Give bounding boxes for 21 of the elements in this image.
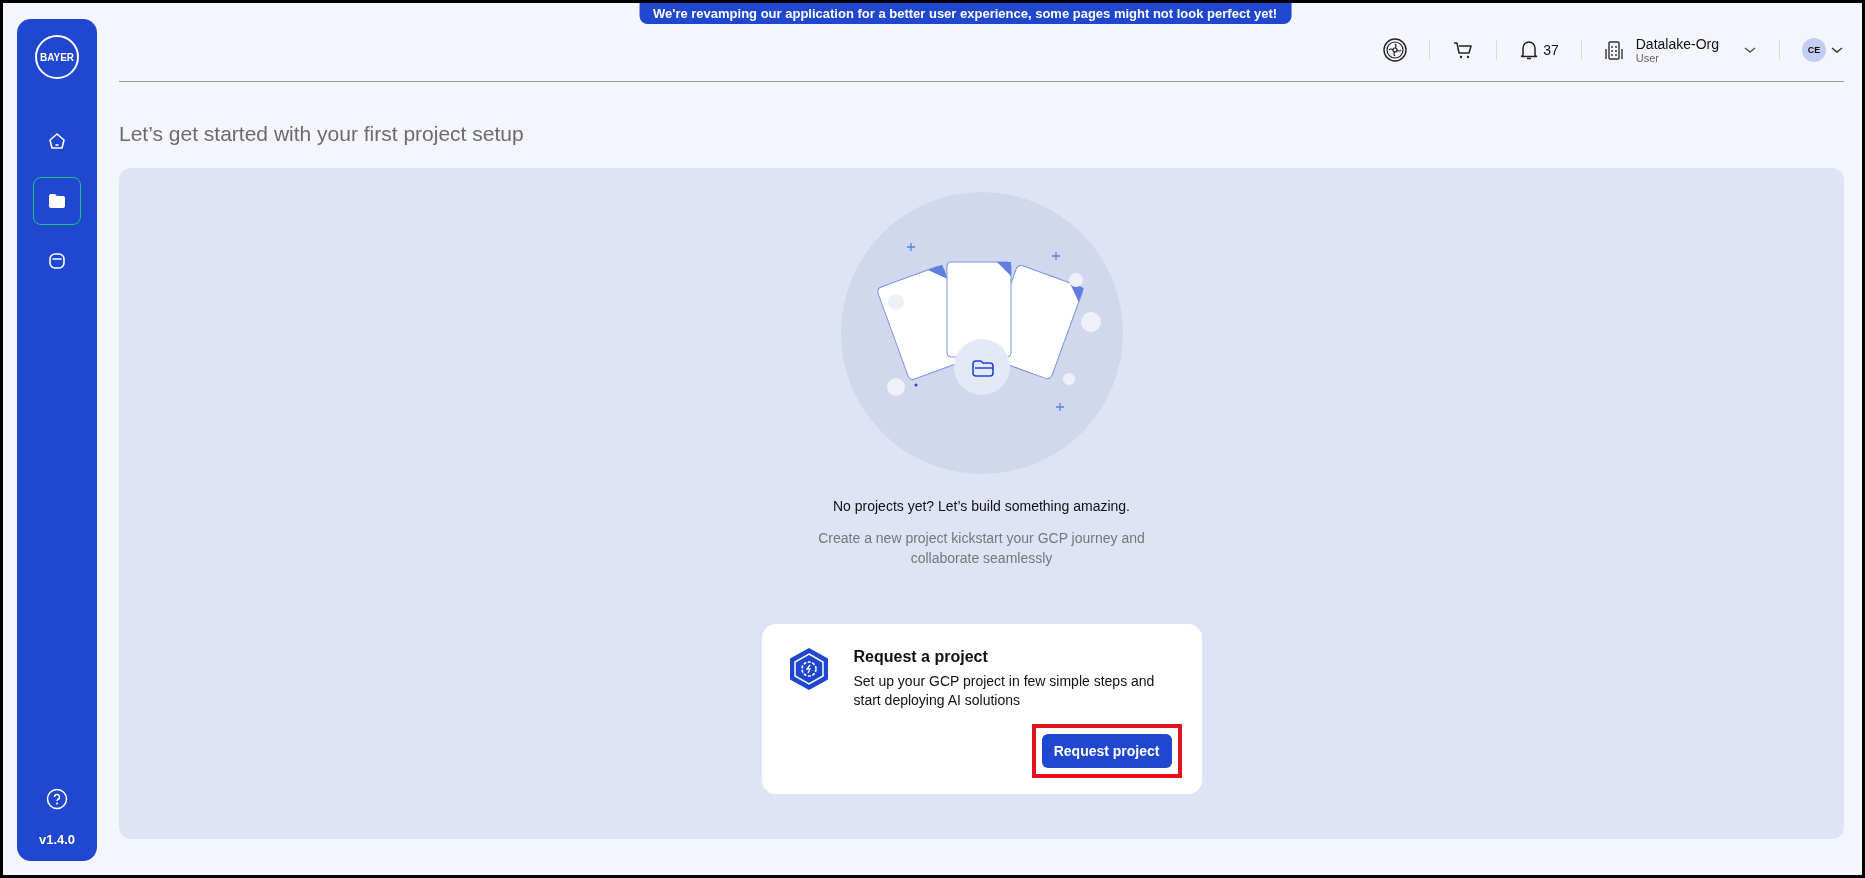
card-title: Request a project <box>853 648 989 667</box>
building-icon <box>1603 39 1626 61</box>
logo: BAYER <box>35 35 79 79</box>
home-icon <box>47 131 67 151</box>
bag-icon <box>47 251 67 271</box>
page-title: Let’s get started with your first project setup <box>119 122 525 146</box>
projects-nav-button[interactable] <box>33 177 81 225</box>
cart-icon[interactable] <box>1452 39 1475 61</box>
version-label: v1.4.0 <box>38 832 76 847</box>
user-role: User <box>1635 52 1660 64</box>
empty-state-subtitle: Create a new project kickstart your GCP journey and collaborate seamlessly <box>817 529 1146 568</box>
org-name: Datalake-Org <box>1635 36 1719 52</box>
notification-count: 37 <box>1543 42 1559 58</box>
empty-state-title: No projects yet? Let’s build something amazing. <box>833 498 1130 514</box>
bell-icon[interactable] <box>1519 39 1540 61</box>
request-project-button[interactable]: Request project <box>1041 733 1172 768</box>
announcement-banner: We're revamping our application for a better user experience, some pages might not look perfect yet! <box>639 3 1292 24</box>
card-description: Set up your GCP project in few simple steps and start deploying AI solutions <box>853 672 1156 710</box>
folder-icon <box>47 191 67 211</box>
help-icon[interactable] <box>46 788 68 810</box>
user-avatar[interactable]: CE <box>1802 38 1826 62</box>
